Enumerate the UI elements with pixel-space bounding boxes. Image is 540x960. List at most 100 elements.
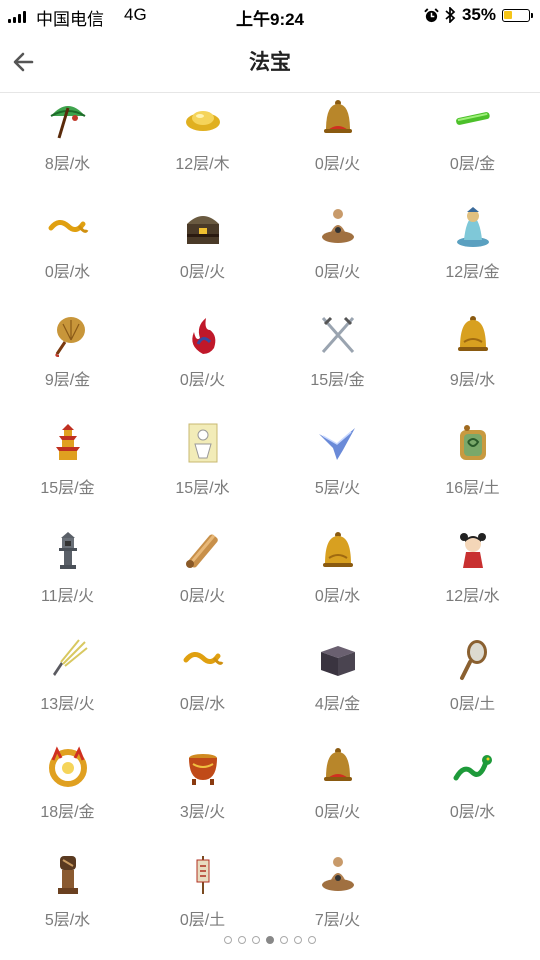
golden-bell-icon: [450, 312, 496, 358]
jade-tablet-icon: [450, 420, 496, 466]
treasure-item[interactable]: 0层/火: [270, 94, 405, 202]
hand-mirror-icon: [450, 636, 496, 682]
treasure-label: 9层/金: [44, 372, 91, 389]
golden-rope-icon: [180, 636, 226, 682]
treasure-item[interactable]: 0层/水: [405, 742, 540, 850]
page-dot[interactable]: [238, 936, 246, 944]
red-bell-icon: [315, 96, 361, 142]
lightning-whisk-icon: [45, 636, 91, 682]
page-dot[interactable]: [224, 936, 232, 944]
pagoda-icon: [45, 420, 91, 466]
treasure-label: 0层/火: [179, 264, 226, 281]
blue-bird-icon: [315, 420, 361, 466]
treasure-label: 7层/火: [314, 912, 361, 929]
page-dot[interactable]: [308, 936, 316, 944]
treasure-label: 0层/水: [449, 804, 496, 821]
page-dot[interactable]: [266, 936, 274, 944]
treasure-label: 11层/火: [40, 588, 95, 605]
treasure-item[interactable]: 0层/金: [405, 94, 540, 202]
treasure-label: 3层/火: [179, 804, 226, 821]
seal-icon: [45, 852, 91, 898]
treasure-item[interactable]: 0层/水: [135, 634, 270, 742]
page-dot[interactable]: [280, 936, 288, 944]
meditating-figure-icon: [315, 852, 361, 898]
meditating-figure-icon: [315, 204, 361, 250]
page-dot[interactable]: [294, 936, 302, 944]
jade-rod-icon: [450, 96, 496, 142]
treasure-label: 5层/火: [314, 480, 361, 497]
treasure-item[interactable]: 12层/木: [135, 94, 270, 202]
treasure-label: 0层/火: [314, 264, 361, 281]
treasure-item[interactable]: 0层/火: [135, 526, 270, 634]
child-doll-icon: [450, 528, 496, 574]
green-dragon-icon: [450, 744, 496, 790]
red-flame-icon: [180, 312, 226, 358]
treasure-label: 12层/木: [175, 156, 230, 173]
treasure-label: 0层/土: [179, 912, 226, 929]
treasure-label: 15层/金: [40, 480, 95, 497]
treasure-item[interactable]: 5层/火: [270, 418, 405, 526]
golden-crown-icon: [45, 744, 91, 790]
twin-swords-icon: [315, 312, 361, 358]
red-bell-icon: [315, 744, 361, 790]
treasure-item[interactable]: 13层/火: [0, 634, 135, 742]
alarm-icon: [424, 7, 439, 22]
treasure-label: 0层/火: [179, 588, 226, 605]
treasure-item[interactable]: 3层/火: [135, 742, 270, 850]
banner-icon: [180, 852, 226, 898]
scroll-icon: [180, 528, 226, 574]
treasure-item[interactable]: 9层/水: [405, 310, 540, 418]
treasure-label: 0层/火: [314, 804, 361, 821]
treasure-label: 8层/水: [44, 156, 91, 173]
treasure-item[interactable]: 11层/火: [0, 526, 135, 634]
umbrella-icon: [45, 96, 91, 142]
treasure-item[interactable]: 0层/水: [0, 202, 135, 310]
treasure-label: 5层/水: [44, 912, 91, 929]
navigation-bar: 法宝: [0, 32, 540, 93]
page-dot[interactable]: [252, 936, 260, 944]
bluetooth-icon: [445, 7, 456, 23]
treasure-label: 12层/水: [445, 588, 500, 605]
gold-ingot-icon: [180, 96, 226, 142]
treasure-item[interactable]: 15层/金: [0, 418, 135, 526]
page-title: 法宝: [249, 51, 291, 74]
treasure-item[interactable]: 0层/火: [135, 310, 270, 418]
treasure-item[interactable]: 12层/水: [405, 526, 540, 634]
treasure-chest-icon: [180, 204, 226, 250]
treasure-item[interactable]: 0层/火: [270, 202, 405, 310]
treasure-item[interactable]: 12层/金: [405, 202, 540, 310]
treasure-label: 0层/水: [179, 696, 226, 713]
treasure-item[interactable]: 8层/水: [0, 94, 135, 202]
treasure-label: 0层/水: [44, 264, 91, 281]
treasure-item[interactable]: 15层/金: [270, 310, 405, 418]
page-indicator: [0, 936, 540, 944]
treasure-item[interactable]: 9层/金: [0, 310, 135, 418]
treasure-label: 0层/火: [179, 372, 226, 389]
treasure-label: 16层/土: [445, 480, 500, 497]
stone-lantern-icon: [45, 528, 91, 574]
treasure-item[interactable]: 0层/火: [135, 202, 270, 310]
treasure-label: 0层/火: [314, 156, 361, 173]
treasure-item[interactable]: 0层/火: [270, 742, 405, 850]
treasure-item[interactable]: 0层/水: [270, 526, 405, 634]
paper-doll-icon: [180, 420, 226, 466]
treasure-item[interactable]: 16层/土: [405, 418, 540, 526]
treasure-label: 0层/金: [449, 156, 496, 173]
treasure-item[interactable]: 0层/土: [405, 634, 540, 742]
palm-fan-icon: [45, 312, 91, 358]
status-bar: 中国电信 4G 上午9:24 35%: [0, 0, 540, 32]
treasure-label: 9层/水: [449, 372, 496, 389]
treasure-item[interactable]: 18层/金: [0, 742, 135, 850]
cauldron-icon: [180, 744, 226, 790]
treasure-item[interactable]: 15层/水: [135, 418, 270, 526]
battery-icon: [502, 8, 533, 22]
treasure-label: 18层/金: [40, 804, 95, 821]
dark-box-icon: [315, 636, 361, 682]
battery-percent: 35%: [461, 5, 496, 24]
treasure-item[interactable]: 4层/金: [270, 634, 405, 742]
treasure-label: 0层/水: [314, 588, 361, 605]
golden-bell-icon: [315, 528, 361, 574]
treasure-label: 12层/金: [445, 264, 500, 281]
treasure-label: 13层/火: [40, 696, 95, 713]
treasure-label: 15层/金: [310, 372, 365, 389]
